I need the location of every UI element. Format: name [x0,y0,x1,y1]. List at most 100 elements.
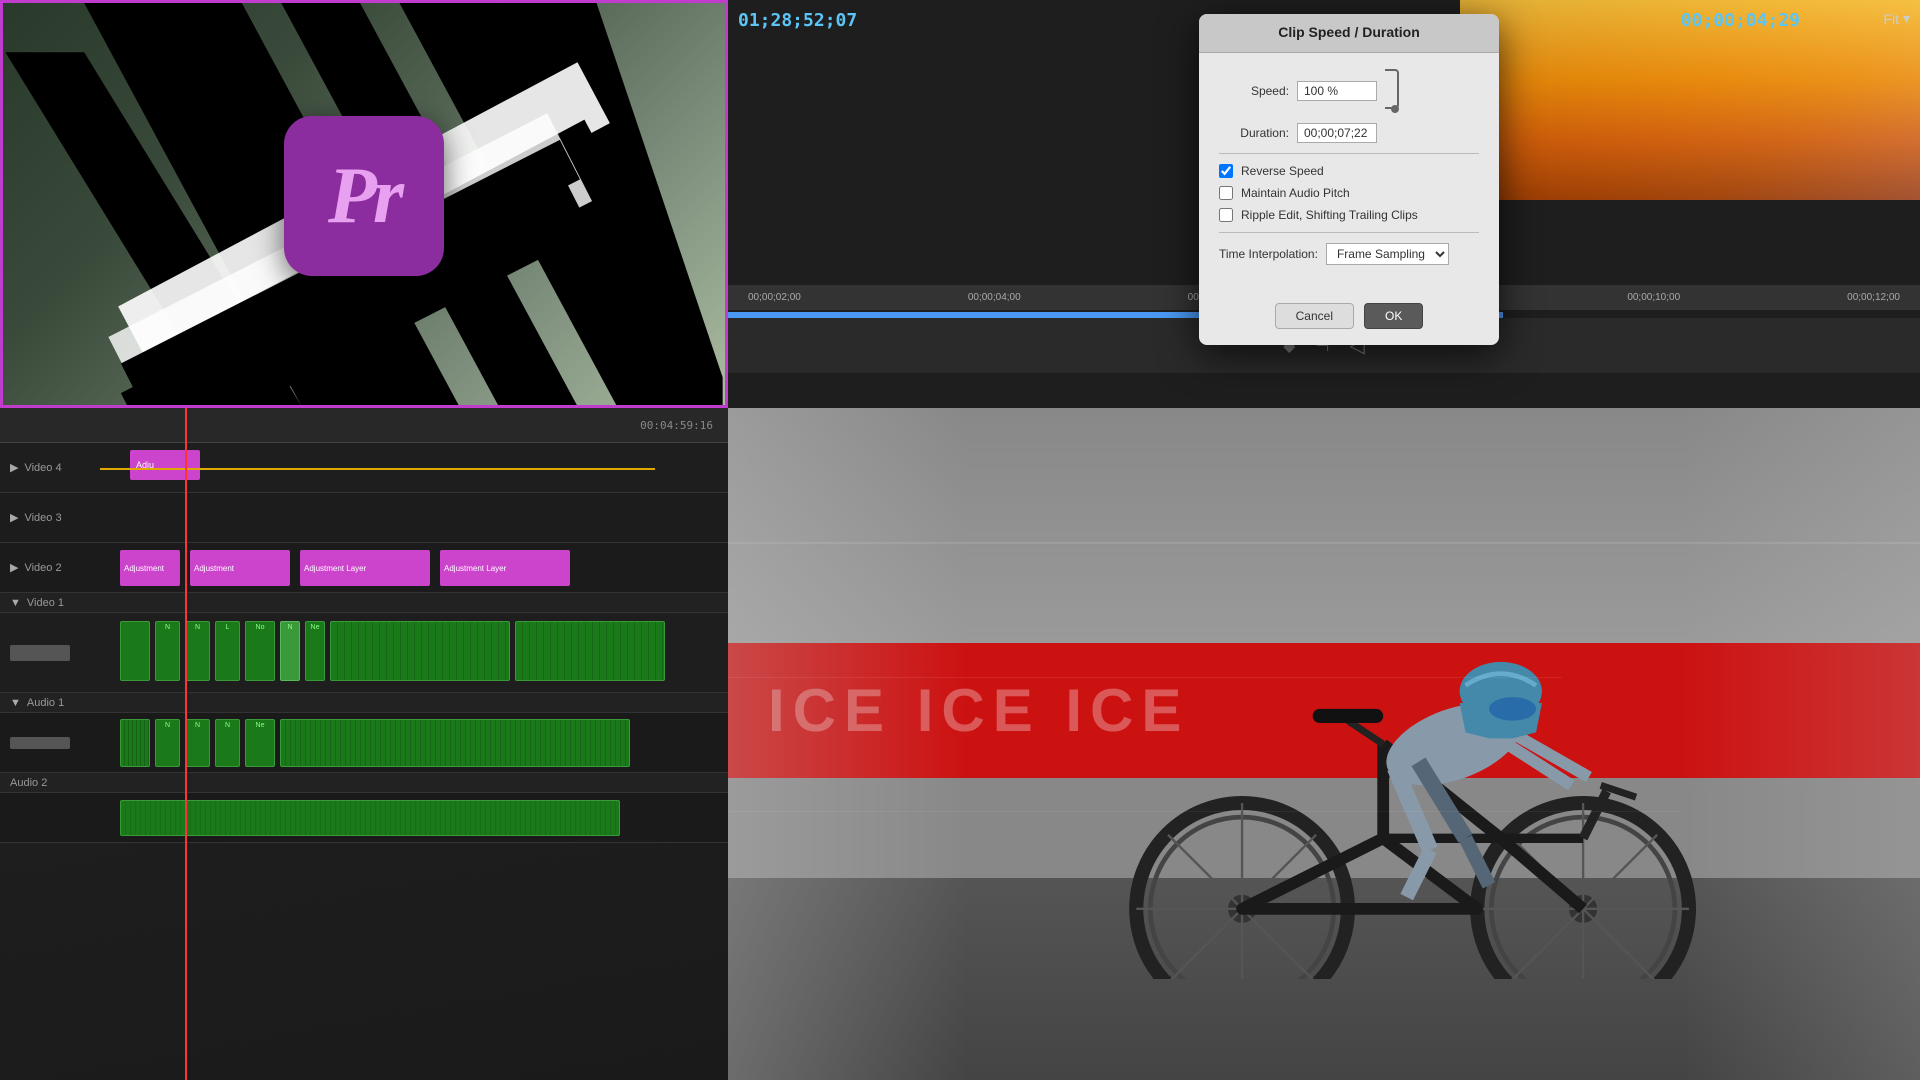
fit-label-text: Fit [1883,11,1899,27]
dialog-title: Clip Speed / Duration [1278,24,1420,40]
clip-green-long[interactable] [330,621,510,681]
speed-label: Speed: [1219,84,1289,98]
clip-adjustment-layer-2[interactable]: Adjustment Layer [440,550,570,586]
track-video-1-header: ▼ Video 1 [0,593,728,613]
track-label-video-2: ▶ Video 2 [0,561,120,574]
link-dot [1391,105,1399,113]
timeline-timecode: 00:04:59:16 [640,419,713,432]
link-icon[interactable] [1385,69,1399,113]
audio-clip-2[interactable]: N [155,719,180,767]
clip-green-5[interactable]: No [245,621,275,681]
link-bracket [1385,69,1399,109]
duration-value[interactable]: 00;00;07;22 [1297,123,1377,143]
reverse-speed-label: Reverse Speed [1241,164,1324,178]
track-name-video-2: Video 2 [24,562,61,574]
clip-speed-dialog: Clip Speed / Duration Speed: 100 % [1199,14,1499,345]
audio-clip-3[interactable]: N [185,719,210,767]
track-audio-2-content [0,793,728,843]
maintain-audio-pitch-row[interactable]: Maintain Audio Pitch [1219,186,1479,200]
clip-green-2[interactable]: N [155,621,180,681]
duration-label: Duration: [1219,126,1289,140]
track-name-audio-1: Audio 1 [27,697,64,709]
track-name-audio-2: Audio 2 [10,777,47,789]
audio-clip-1[interactable] [120,719,150,767]
clip-green-6[interactable]: N [280,621,300,681]
clip-green-3[interactable]: N [185,621,210,681]
speed-row: Speed: 100 % [1219,69,1479,113]
track-content-video-3 [120,493,728,542]
track-name-video-3: Video 3 [24,512,61,524]
track-a1-controls [0,737,120,749]
track-area: ▶ Video 4 Adju ▶ Video 3 [0,443,728,1080]
track-expand-icon-v3[interactable]: ▶ [10,511,18,524]
clip-adju-v4[interactable]: Adju [130,450,200,480]
time-interpolation-select[interactable]: Frame Sampling Frame Blending Optical Fl… [1326,243,1449,265]
maintain-audio-pitch-checkbox[interactable] [1219,186,1233,200]
track-v1-clips: N N L No N Ne [120,613,728,692]
clip-green-1[interactable] [120,621,150,681]
track-content-video-2: Adjustment Adjustment Adjustment Layer A… [120,543,728,592]
audio-clip-4[interactable]: N [215,719,240,767]
clip-green-long-2[interactable] [515,621,665,681]
panel-premiere-logo: Pr [0,0,728,408]
fit-dropdown[interactable]: Fit ▾ [1883,10,1910,27]
speed-value[interactable]: 100 % [1297,81,1377,101]
track-label-audio-2: Audio 2 [0,777,120,789]
timeline-header: 00:04:59:16 [0,408,728,443]
ok-button[interactable]: OK [1364,303,1423,329]
track-audio-1-header: ▼ Audio 1 [0,693,728,713]
track-label-audio-1: ▼ Audio 1 [0,697,120,709]
track-audio-2-header: Audio 2 [0,773,728,793]
track-video-1-content: N N L No N Ne [0,613,728,693]
clip-green-4[interactable]: L [215,621,240,681]
track-expand-icon-a1[interactable]: ▼ [10,697,21,709]
clip-green-7[interactable]: Ne [305,621,325,681]
premiere-pro-logo: Pr [284,116,444,276]
cyclist-figure [966,509,1800,979]
yellow-work-area-bar [0,468,728,470]
timecode-left[interactable]: 01;28;52;07 [738,10,857,31]
bike-frame [1137,662,1690,980]
motion-streak-3 [728,811,1682,812]
ripple-edit-row[interactable]: Ripple Edit, Shifting Trailing Clips [1219,208,1479,222]
dialog-titlebar: Clip Speed / Duration [1199,14,1499,53]
dialog-divider-1 [1219,153,1479,154]
reverse-speed-row[interactable]: Reverse Speed [1219,164,1479,178]
fit-chevron-icon: ▾ [1903,10,1910,27]
timecode-right[interactable]: 00;00;04;29 [1681,10,1800,31]
time-interpolation-row: Time Interpolation: Frame Sampling Frame… [1219,243,1479,265]
maintain-audio-pitch-label: Maintain Audio Pitch [1241,186,1350,200]
clip-adjustment-layer-1-label: Adjustment Layer [304,564,366,573]
track-a1-clips: N N N Ne [120,713,728,772]
panel-timeline: 00:04:59:16 ▶ Video 4 Adju [0,408,728,1080]
reverse-speed-checkbox[interactable] [1219,164,1233,178]
track-expand-icon-v2[interactable]: ▶ [10,561,18,574]
dialog-buttons: Cancel OK [1199,293,1499,345]
track-v1-volume[interactable] [10,645,70,661]
track-name-video-1: Video 1 [27,597,64,609]
ripple-edit-label: Ripple Edit, Shifting Trailing Clips [1241,208,1418,222]
clip-adjustment-layer-2-label: Adjustment Layer [444,564,506,573]
audio-clip-5[interactable]: Ne [245,719,275,767]
ripple-edit-checkbox[interactable] [1219,208,1233,222]
clip-adjustment-2[interactable]: Adjustment [190,550,290,586]
clip-adjustment-layer-1[interactable]: Adjustment Layer [300,550,430,586]
motion-streak-2 [728,677,1562,678]
clip-adjustment-2-label: Adjustment [194,564,234,573]
cancel-button[interactable]: Cancel [1275,303,1354,329]
time-interpolation-label: Time Interpolation: [1219,247,1318,261]
track-expand-icon-v1[interactable]: ▼ [10,597,21,609]
panel-cyclist: ice ice ice [728,408,1920,1080]
dialog-divider-2 [1219,232,1479,233]
dialog-overlay: Clip Speed / Duration Speed: 100 % [778,30,1920,328]
track-a2-clips [0,793,728,842]
audio-clip-a2-long[interactable] [120,800,620,836]
track-label-video-3: ▶ Video 3 [0,511,120,524]
track-audio-1-content: N N N Ne [0,713,728,773]
track-label-video-1: ▼ Video 1 [0,597,120,609]
track-a1-volume[interactable] [10,737,70,749]
playhead-red [185,408,187,1080]
clip-adjustment-1-label: Adjustment [124,564,164,573]
clip-adjustment-1[interactable]: Adjustment [120,550,180,586]
audio-clip-long[interactable] [280,719,630,767]
